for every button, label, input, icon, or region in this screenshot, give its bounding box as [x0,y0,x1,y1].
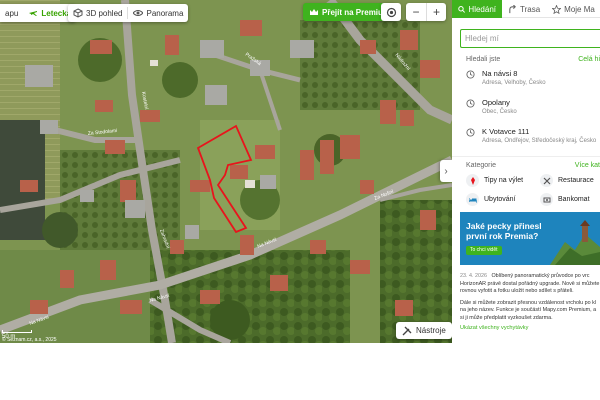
banner-button[interactable]: To chci vidět [466,246,502,255]
tools-icon [402,326,412,335]
zoom-controls: − + [406,3,446,21]
categories-more-link[interactable]: Více kat [575,162,600,169]
news-more-link[interactable]: Ukázat všechny vychytávky [460,325,600,333]
app-root: Za Stodolami Na Návsi Na Návsi Na Návsi … [0,0,600,400]
recent-all-link[interactable]: Celá hi [578,56,600,63]
search-input[interactable] [460,29,600,48]
eye-icon [133,10,144,16]
news-date: 23. 4. 2026 [460,273,487,279]
map-type-toolbar: apu Letecká [0,4,77,22]
news-line: na jeho název. Funkce je součástí Mapy.c… [460,307,597,313]
news-line: 23. 4. 2026 Oblíbený panoramatický průvo… [460,273,590,279]
tools-button[interactable]: Nástroje [396,322,452,339]
scale-line [2,330,32,333]
view-toolbar: 3D pohled Panorama [68,4,189,22]
banner-title: Jaké pecky přinesl první rok Premia? [466,221,542,241]
search-area [452,18,600,48]
locate-button[interactable] [381,3,401,21]
cube-icon [73,8,83,18]
news-line: HorizonAR právě dostal pořádný upgrade. … [460,280,600,287]
star-icon [552,4,562,14]
recent-header: Hledali jste Celá hi [466,56,600,63]
plane-icon [29,11,38,16]
collapse-panel-button[interactable]: › [440,160,452,182]
category-accommodation[interactable]: Ubytování [466,193,540,206]
restaurant-icon [540,174,553,187]
tab-search[interactable]: Hledání [452,0,502,18]
history-icon [466,128,475,137]
target-icon [386,7,396,17]
panel-tabs: Hledání Trasa Moje Ma [452,0,600,18]
aerial-imagery: Za Stodolami Na Návsi Na Návsi Na Návsi … [0,0,452,343]
trip-icon [466,174,479,187]
recent-item[interactable]: Opolany Obec, Česko [452,92,600,121]
history-icon [466,70,475,79]
tab-route[interactable]: Trasa [502,0,546,18]
news-line: Dále si můžete zobrazit přesnou vzdáleno… [460,299,597,306]
category-restaurants[interactable]: Restaurace [540,174,600,187]
view-3d[interactable]: 3D pohled [68,4,127,22]
news-line: si ji může předplatit vyzkoušet zdarma. [460,314,553,321]
aerial-map[interactable]: Za Stodolami Na Návsi Na Návsi Na Návsi … [0,0,452,343]
copyright: © Seznam.cz, a.s., 2025 [2,337,57,343]
atm-icon [540,193,553,206]
search-icon [458,5,466,13]
news-line: rovnou vyfotit a fotku uložit nebo sdíle… [460,288,574,294]
side-panel: Hledání Trasa Moje Ma Hledali jste Celá … [452,0,600,400]
bed-icon [466,193,479,206]
categories-header: Kategorie Více kat [466,162,600,169]
map-type-basic[interactable]: apu [0,4,23,22]
category-trips[interactable]: Tipy na výlet [466,174,540,187]
categories-grid: Tipy na výlet Restaurace Ubytování Banko… [452,169,600,206]
recent-item[interactable]: Na návsi 8 Adresa, Velhoby, Česko [452,63,600,92]
history-icon [466,99,475,108]
tab-my-maps[interactable]: Moje Ma [546,0,600,18]
news-section: 23. 4. 2026 Oblíbený panoramatický průvo… [460,273,600,333]
premium-banner[interactable]: Jaké pecky přinesl první rok Premia? To … [460,212,600,265]
view-panorama[interactable]: Panorama [128,4,188,22]
crown-icon [310,9,318,15]
category-atm[interactable]: Bankomat [540,193,600,206]
route-icon [509,4,516,13]
recent-item[interactable]: K Votavce 111 Adresa, Ondřejov, Středočes… [452,121,600,150]
zoom-out-button[interactable]: − [406,3,426,21]
zoom-in-button[interactable]: + [426,3,446,21]
